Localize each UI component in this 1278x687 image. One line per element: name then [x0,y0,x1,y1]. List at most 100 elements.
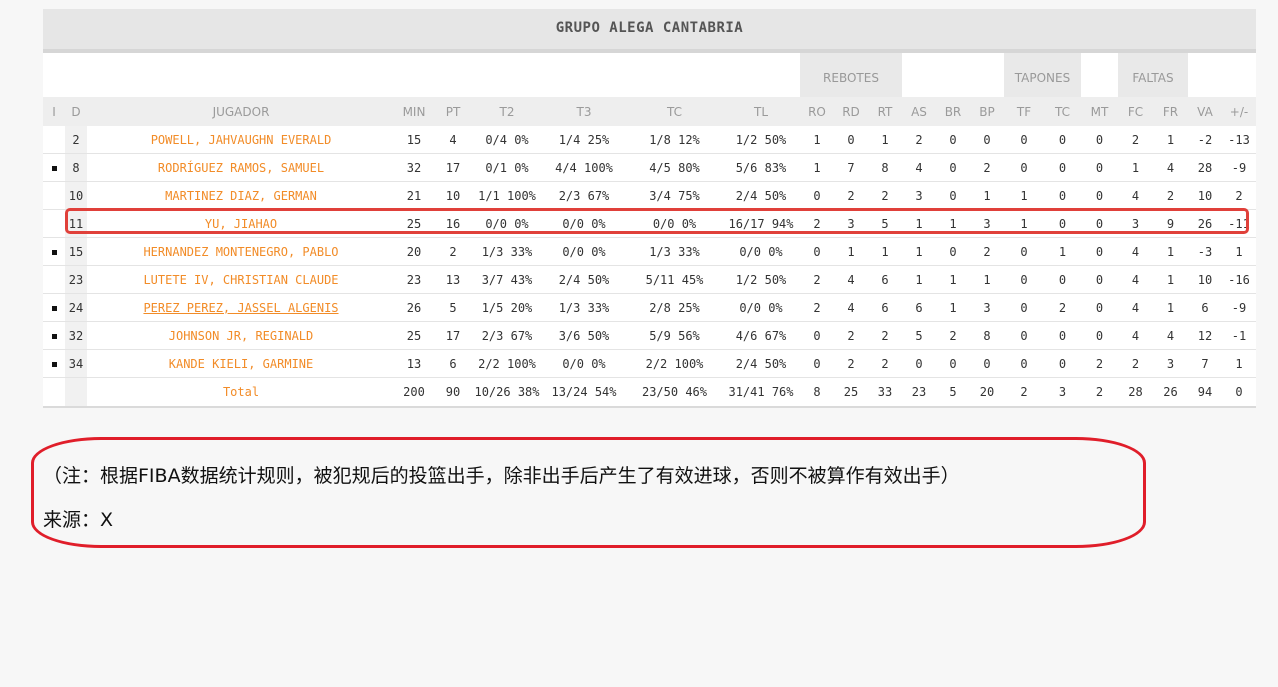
column-header[interactable]: JUGADOR [87,97,395,126]
stat-cell: 0 [902,349,936,378]
empty-cell [65,377,87,408]
starter-square-icon [51,305,57,311]
tapones-group-header: TAPONES [1004,53,1081,97]
total-stat-cell: 25 [834,377,868,408]
column-header[interactable]: AS [902,97,936,126]
column-header[interactable]: TC [627,97,722,126]
column-header[interactable]: D [65,97,87,126]
stat-cell: 2/3 67% [473,321,541,350]
stat-cell: 8 [868,153,902,182]
player-name-link[interactable]: KANDE KIELI, GARMINE [87,349,395,378]
stat-cell: 1/2 50% [722,265,800,294]
stat-cell: 2 [433,237,473,266]
stat-cell: 2 [1153,181,1188,210]
stat-cell: 2 [868,321,902,350]
column-header[interactable]: TL [722,97,800,126]
stat-cell: 2 [902,126,936,154]
column-header[interactable]: FC [1118,97,1153,126]
stat-cell: 0 [1004,321,1044,350]
player-name-link[interactable]: JOHNSON JR, REGINALD [87,321,395,350]
column-header[interactable]: MT [1081,97,1118,126]
stat-cell: 0/0 0% [722,237,800,266]
column-header[interactable]: BR [936,97,970,126]
player-name-link[interactable]: LUTETE IV, CHRISTIAN CLAUDE [87,265,395,294]
group-header-row: REBOTES TAPONES FALTAS [43,53,1256,97]
stat-cell: 1/3 33% [541,293,627,322]
column-header[interactable]: TF [1004,97,1044,126]
column-header[interactable]: FR [1153,97,1188,126]
total-stat-cell: 23 [902,377,936,408]
stat-cell: 0 [1081,153,1118,182]
stat-cell: 0 [1004,126,1044,154]
player-name-link[interactable]: POWELL, JAHVAUGHN EVERALD [87,126,395,154]
stat-cell: 1/4 25% [541,126,627,154]
total-stat-cell: 28 [1118,377,1153,408]
player-name-link[interactable]: HERNANDEZ MONTENEGRO, PABLO [87,237,395,266]
stat-cell: 1 [970,265,1004,294]
player-name-link[interactable]: YU, JIAHAO [87,209,395,238]
jersey-number: 11 [65,209,87,238]
stat-cell: 6 [433,349,473,378]
stat-cell: 1 [1153,265,1188,294]
column-header[interactable]: TC [1044,97,1081,126]
jersey-number: 15 [65,237,87,266]
stat-cell: 5 [868,209,902,238]
stat-cell: 4 [834,265,868,294]
box-score-table: REBOTES TAPONES FALTAS I D JUGADOR MIN PT T2 T… [43,53,1256,408]
stat-cell: 4 [1118,265,1153,294]
jersey-number: 32 [65,321,87,350]
player-rows: 2 POWELL, JAHVAUGHN EVERALD 15 4 0/4 0% 1/4 2… [43,126,1256,408]
table-row: 15 HERNANDEZ MONTENEGRO, PABLO 20 2 1/3 33% 0… [43,237,1256,266]
stat-cell: 1 [1118,153,1153,182]
stat-cell: 10 [433,181,473,210]
stat-cell: 0 [1081,209,1118,238]
stat-cell: 0/0 0% [473,209,541,238]
stat-cell: 5/9 56% [627,321,722,350]
total-stat-cell: 90 [433,377,473,408]
stat-cell: 5/6 83% [722,153,800,182]
total-stat-cell: 8 [800,377,834,408]
stat-cell: 0 [1044,321,1081,350]
stat-cell: 2/4 50% [722,349,800,378]
stat-cell: 2 [834,181,868,210]
column-header[interactable]: MIN [395,97,433,126]
stat-cell: 1 [868,237,902,266]
stat-cell: 3/7 43% [473,265,541,294]
starter-square-icon [51,249,57,255]
screen: GRUPO ALEGA CANTABRIA REBOTES TAPONES FA… [0,0,1278,687]
rebotes-group-header: REBOTES [800,53,902,97]
column-header[interactable]: PT [433,97,473,126]
player-name-link[interactable]: MARTINEZ DIAZ, GERMAN [87,181,395,210]
stat-cell: 2/3 67% [541,181,627,210]
stat-cell: 13 [433,265,473,294]
total-stat-cell: 3 [1044,377,1081,408]
player-name-link[interactable]: RODRÍGUEZ RAMOS, SAMUEL [87,153,395,182]
stat-cell: 6 [868,293,902,322]
starter-square-icon [51,165,57,171]
column-header[interactable]: T2 [473,97,541,126]
stat-cell: 12 [1188,321,1222,350]
column-header[interactable]: I [43,97,65,126]
stat-cell: 1 [936,209,970,238]
column-header[interactable]: +/- [1222,97,1256,126]
column-header[interactable]: VA [1188,97,1222,126]
stat-cell: 17 [433,321,473,350]
column-header[interactable]: BP [970,97,1004,126]
stat-cell: 2/4 50% [541,265,627,294]
starter-indicator [43,153,65,182]
total-stat-cell: 94 [1188,377,1222,408]
column-header[interactable]: T3 [541,97,627,126]
column-header[interactable]: RO [800,97,834,126]
column-header[interactable]: RT [868,97,902,126]
stat-cell: 4 [834,293,868,322]
column-header[interactable]: RD [834,97,868,126]
stat-cell: 6 [1188,293,1222,322]
stat-cell: 3 [1153,349,1188,378]
stat-cell: 0 [970,126,1004,154]
stat-cell: 1/3 33% [627,237,722,266]
stat-cell: 25 [395,209,433,238]
stat-cell: 1 [1044,237,1081,266]
stat-cell: 0 [936,349,970,378]
starter-indicator [43,321,65,350]
player-name-link[interactable]: PEREZ PEREZ, JASSEL ALGENIS [87,293,395,322]
